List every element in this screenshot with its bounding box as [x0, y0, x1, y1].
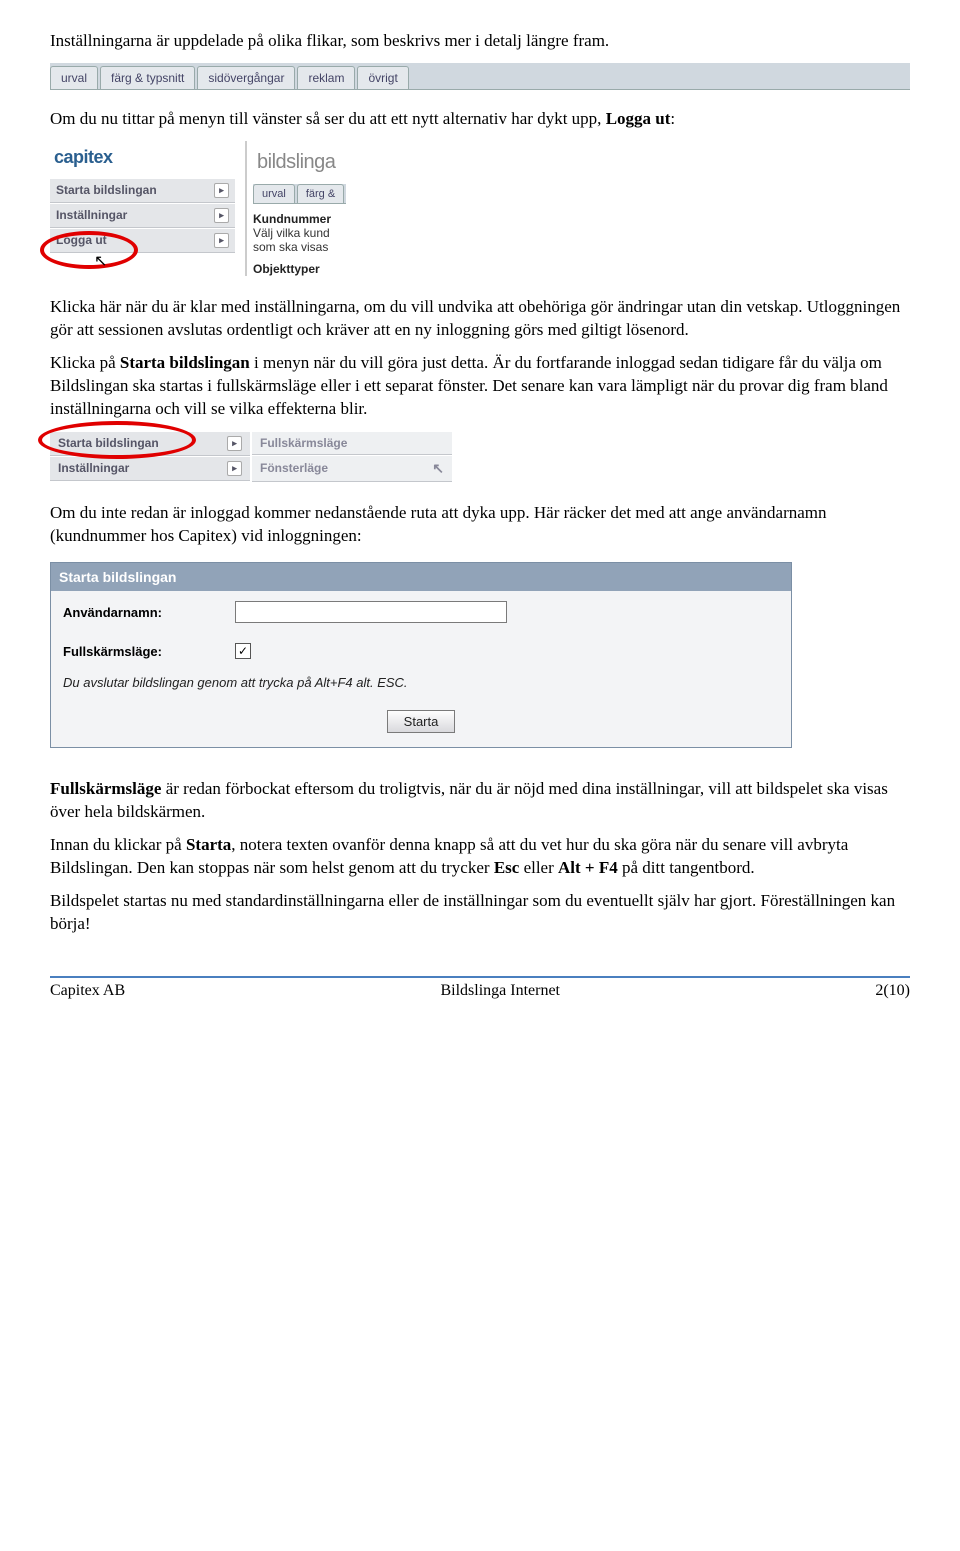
klicka-har-paragraph: Klicka här när du är klar med inställnin… — [50, 296, 910, 342]
footer-company: Capitex AB — [50, 982, 125, 1000]
cursor-icon: ↖ — [432, 460, 444, 477]
footer: Capitex AB Bildslinga Internet 2(10) — [0, 982, 960, 1020]
username-input[interactable] — [235, 601, 507, 623]
intro-paragraph: Inställningarna är uppdelade på olika fl… — [50, 30, 910, 53]
menu2-starta[interactable]: Starta bildslingan ▸ — [50, 431, 250, 456]
starta-button[interactable]: Starta — [387, 710, 456, 733]
start-dialog: Starta bildslingan Användarnamn: Fullskä… — [50, 562, 792, 748]
sidebar-logga-ut[interactable]: Logga ut ▸ — [50, 228, 235, 253]
tab-ovrigt[interactable]: övrigt — [357, 66, 408, 89]
footer-page: 2(10) — [875, 982, 910, 1000]
start-note: Du avslutar bildslingan genom att trycka… — [51, 669, 791, 704]
logga-ut-paragraph: Om du nu tittar på menyn till vänster så… — [50, 108, 910, 131]
fullskarm-paragraph: Fullskärmsläge är redan förbockat efters… — [50, 778, 910, 824]
tab-farg-typsnitt[interactable]: färg & typsnitt — [100, 66, 195, 89]
submenu-fonsterlage[interactable]: Fönsterläge ↖ — [252, 455, 452, 482]
menu2-installningar[interactable]: Inställningar ▸ — [50, 456, 250, 481]
starta-bildslingan-paragraph: Klicka på Starta bildslingan i menyn när… — [50, 352, 910, 421]
fullscreen-label: Fullskärmsläge: — [63, 644, 223, 659]
chevron-right-icon: ▸ — [214, 233, 229, 248]
footer-divider — [50, 976, 910, 978]
objekttyper-label: Objekttyper — [253, 262, 346, 276]
innan-starta-paragraph: Innan du klickar på Starta, notera texte… — [50, 834, 910, 880]
right-panel-fragment: bildslinga urval färg & Kundnummer Välj … — [245, 141, 346, 276]
chevron-right-icon: ▸ — [227, 436, 242, 451]
username-label: Användarnamn: — [63, 605, 223, 620]
brand-row: capitex — [50, 141, 235, 178]
kundnummer-desc1: Välj vilka kund — [253, 226, 346, 240]
brand-capitex: capitex — [54, 147, 113, 168]
mini-tab-urval[interactable]: urval — [253, 184, 295, 203]
kundnummer-desc2: som ska visas — [253, 240, 346, 254]
sidebar-installningar[interactable]: Inställningar ▸ — [50, 203, 235, 228]
bildspelet-startas-paragraph: Bildspelet startas nu med standardinstäl… — [50, 890, 910, 936]
start-dialog-title: Starta bildslingan — [51, 563, 791, 591]
tab-urval[interactable]: urval — [50, 66, 98, 89]
chevron-right-icon: ▸ — [214, 208, 229, 223]
settings-tabrow: urval färg & typsnitt sidövergångar rekl… — [50, 63, 910, 90]
start-menu-screenshot: Starta bildslingan ▸ Inställningar ▸ Ful… — [50, 431, 910, 482]
brand-bildslinga: bildslinga — [257, 151, 335, 173]
kundnummer-label: Kundnummer — [253, 212, 346, 226]
sidebar-starta-bildslingan[interactable]: Starta bildslingan ▸ — [50, 178, 235, 203]
sidebar-screenshot: capitex Starta bildslingan ▸ Inställning… — [50, 141, 910, 276]
tab-sidovergangar[interactable]: sidövergångar — [197, 66, 295, 89]
cursor-icon: ↖ — [94, 251, 107, 271]
chevron-right-icon: ▸ — [214, 183, 229, 198]
login-info-paragraph: Om du inte redan är inloggad kommer neda… — [50, 502, 910, 548]
submenu-fullskarm[interactable]: Fullskärmsläge — [252, 431, 452, 455]
footer-title: Bildslinga Internet — [440, 982, 560, 1000]
fullscreen-checkbox[interactable]: ✓ — [235, 643, 251, 659]
tab-reklam[interactable]: reklam — [297, 66, 355, 89]
mini-tab-farg[interactable]: färg & — [297, 184, 344, 203]
chevron-right-icon: ▸ — [227, 461, 242, 476]
